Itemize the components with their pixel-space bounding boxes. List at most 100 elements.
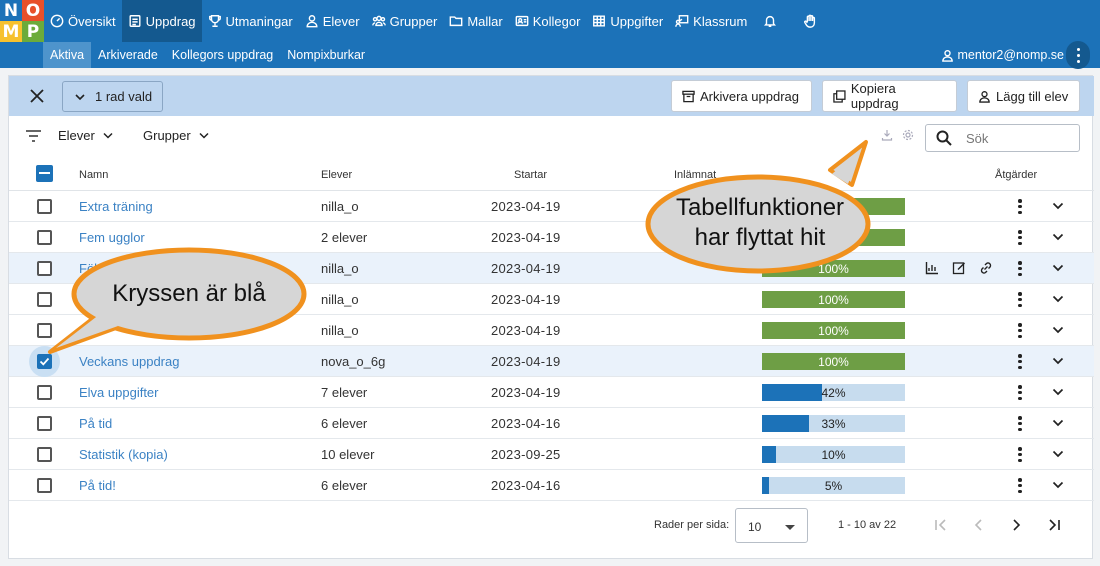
start-date-cell: 2023-04-19 bbox=[491, 199, 561, 214]
start-date-cell: 2023-04-19 bbox=[491, 230, 561, 245]
assignment-name-link[interactable]: På tid bbox=[79, 416, 112, 431]
next-page-icon[interactable] bbox=[1009, 518, 1023, 532]
assignment-name-link[interactable]: Statistik (kopia) bbox=[79, 447, 168, 462]
nav-item-label: Uppdrag bbox=[145, 13, 196, 29]
progress-label: 42% bbox=[821, 386, 846, 400]
table-row[interactable]: På tid! 6 elever 2023-04-16 5% bbox=[9, 470, 1094, 501]
chevron-down-icon[interactable] bbox=[1052, 449, 1064, 459]
start-date-cell: 2023-04-19 bbox=[491, 261, 561, 276]
tab-nompixburkar[interactable]: Nompixburkar bbox=[280, 42, 372, 68]
last-page-icon[interactable] bbox=[1047, 518, 1061, 532]
nav-item-grupper[interactable]: Grupper bbox=[366, 0, 444, 42]
column-header-actions: Åtgärder bbox=[995, 169, 1038, 181]
notifications-button[interactable] bbox=[753, 0, 787, 42]
link-icon[interactable] bbox=[979, 261, 993, 275]
close-icon[interactable] bbox=[29, 88, 45, 104]
table-row[interactable]: På tid 6 elever 2023-04-16 33% bbox=[9, 408, 1094, 439]
nav-item-label: Klassrum bbox=[693, 13, 748, 29]
user-account[interactable]: mentor2@nomp.se bbox=[941, 42, 1064, 68]
progress-label: 100% bbox=[818, 355, 849, 369]
raise-hand-button[interactable] bbox=[793, 0, 827, 42]
chevron-down-icon[interactable] bbox=[1052, 232, 1064, 242]
chevron-down-icon[interactable] bbox=[1052, 480, 1064, 490]
row-checkbox[interactable] bbox=[37, 416, 52, 431]
first-page-icon[interactable] bbox=[934, 518, 948, 532]
gear-icon[interactable] bbox=[902, 129, 914, 141]
callout-text: Tabellfunktioner bbox=[675, 194, 845, 221]
chevron-down-icon[interactable] bbox=[1052, 263, 1064, 273]
row-more-menu[interactable] bbox=[1018, 199, 1022, 214]
row-more-menu[interactable] bbox=[1018, 416, 1022, 431]
chevron-down-icon[interactable] bbox=[1052, 356, 1064, 366]
more-menu-button[interactable] bbox=[1066, 41, 1090, 69]
table-row[interactable]: Extra träningnilla_o2023-04-19100% bbox=[9, 191, 1094, 222]
nav-item-uppgifter[interactable]: Uppgifter bbox=[586, 0, 669, 42]
students-cell: 10 elever bbox=[321, 447, 375, 462]
students-cell: 7 elever bbox=[321, 385, 368, 400]
students-cell: nova_o_6g bbox=[321, 354, 386, 369]
chevron-down-icon[interactable] bbox=[1052, 418, 1064, 428]
badge-icon bbox=[515, 15, 529, 27]
row-more-menu[interactable] bbox=[1018, 478, 1022, 493]
row-more-menu[interactable] bbox=[1018, 385, 1022, 400]
row-more-menu[interactable] bbox=[1018, 261, 1022, 276]
start-date-cell: 2023-09-25 bbox=[491, 447, 561, 462]
row-checkbox[interactable] bbox=[37, 354, 52, 369]
column-header-name[interactable]: Namn bbox=[79, 169, 108, 181]
statistics-icon[interactable] bbox=[925, 261, 939, 275]
tab-arkiverade[interactable]: Arkiverade bbox=[91, 42, 165, 68]
tab-aktiva[interactable]: Aktiva bbox=[43, 42, 92, 68]
row-checkbox[interactable] bbox=[37, 385, 52, 400]
nav-item-label: Elever bbox=[322, 13, 360, 29]
add-student-button[interactable]: Lägg till elev bbox=[967, 80, 1080, 112]
groups-filter[interactable]: Grupper bbox=[143, 128, 209, 143]
row-more-menu[interactable] bbox=[1018, 292, 1022, 307]
rows-per-page-select[interactable]: 10 bbox=[735, 508, 808, 543]
archive-assignment-button[interactable]: Arkivera uppdrag bbox=[671, 80, 812, 112]
search-icon bbox=[936, 130, 952, 146]
chevron-down-icon[interactable] bbox=[1052, 201, 1064, 211]
select-all-checkbox[interactable] bbox=[36, 165, 53, 182]
chevron-down-icon[interactable] bbox=[1052, 387, 1064, 397]
nav-item-klassrum[interactable]: Klassrum bbox=[669, 0, 753, 42]
tab-kollegors-uppdrag[interactable]: Kollegors uppdrag bbox=[165, 42, 280, 68]
nav-item-label: Översikt bbox=[68, 13, 116, 29]
row-checkbox[interactable] bbox=[37, 447, 52, 462]
nav-item-kollegor[interactable]: Kollegor bbox=[509, 0, 587, 42]
logo-letter: M bbox=[0, 21, 22, 42]
pagination: Rader per sida: 10 1 - 10 av 22 bbox=[9, 506, 1094, 546]
filter-icon[interactable] bbox=[26, 130, 41, 142]
chevron-down-icon[interactable] bbox=[1052, 294, 1064, 304]
column-header-starts[interactable]: Startar bbox=[514, 169, 547, 181]
row-checkbox[interactable] bbox=[37, 478, 52, 493]
nav-item-utmaningar[interactable]: Utmaningar bbox=[202, 0, 299, 42]
assignment-name-link[interactable]: Extra träning bbox=[79, 199, 153, 214]
assignment-name-link[interactable]: Elva uppgifter bbox=[79, 385, 159, 400]
row-more-menu[interactable] bbox=[1018, 323, 1022, 338]
nomp-logo[interactable]: N O M P bbox=[0, 0, 44, 42]
nav-item-mallar[interactable]: Mallar bbox=[443, 0, 508, 42]
table-row[interactable]: Statistik (kopia) 10 elever 2023-09-25 10% bbox=[9, 439, 1094, 470]
nav-item-label: Kollegor bbox=[532, 13, 581, 29]
row-more-menu[interactable] bbox=[1018, 230, 1022, 245]
assignment-name-link[interactable]: Fem ugglor bbox=[79, 230, 145, 245]
search-placeholder: Sök bbox=[966, 130, 989, 146]
students-filter[interactable]: Elever bbox=[58, 128, 113, 143]
assignment-name-link[interactable]: Veckans uppdrag bbox=[79, 354, 179, 369]
search-input[interactable]: Sök bbox=[925, 124, 1080, 152]
assignment-name-link[interactable]: På tid! bbox=[79, 478, 116, 493]
table-row[interactable]: Elva uppgifter 7 elever 2023-04-19 42% bbox=[9, 377, 1094, 408]
row-checkbox[interactable] bbox=[37, 230, 52, 245]
column-header-students[interactable]: Elever bbox=[321, 169, 352, 181]
row-more-menu[interactable] bbox=[1018, 354, 1022, 369]
row-checkbox[interactable] bbox=[37, 199, 52, 214]
row-more-menu[interactable] bbox=[1018, 447, 1022, 462]
selection-dropdown[interactable]: 1 rad vald bbox=[62, 81, 163, 112]
previous-page-icon[interactable] bbox=[972, 518, 986, 532]
nav-item-elever[interactable]: Elever bbox=[299, 0, 366, 42]
nav-item-uppdrag[interactable]: Uppdrag bbox=[121, 0, 202, 42]
copy-assignment-button[interactable]: Kopiera uppdrag bbox=[822, 80, 957, 112]
nav-item-oversikt[interactable]: Översikt bbox=[44, 0, 122, 42]
edit-icon[interactable] bbox=[952, 261, 966, 275]
chevron-down-icon[interactable] bbox=[1052, 325, 1064, 335]
